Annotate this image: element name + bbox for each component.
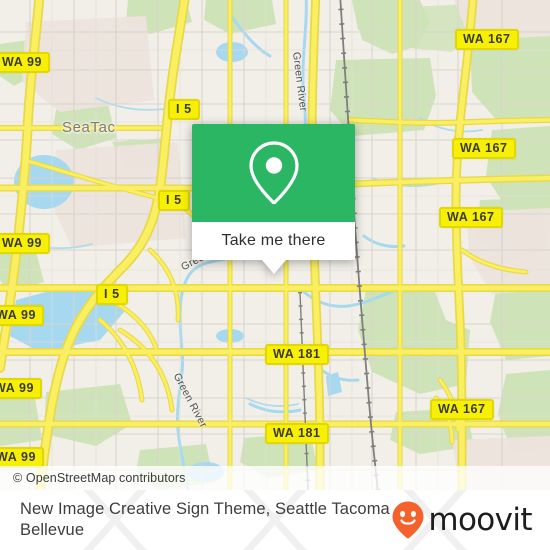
shield-wa-181-upper: WA 181 xyxy=(265,344,329,365)
shield-wa-167-lower: WA 167 xyxy=(430,399,494,420)
shield-wa-99-lower: WA 99 xyxy=(0,378,43,399)
shield-i5-mid: I 5 xyxy=(158,190,190,211)
osm-attribution-text[interactable]: © OpenStreetMap contributors xyxy=(0,471,186,485)
shield-i5-lower: I 5 xyxy=(96,284,128,305)
moovit-wordmark: moovit xyxy=(428,501,532,538)
location-title: New Image Creative Sign Theme, Seattle T… xyxy=(20,500,390,539)
popup-pointer xyxy=(261,260,286,274)
shield-wa-167-upper: WA 167 xyxy=(452,138,516,159)
take-me-there-button[interactable]: Take me there xyxy=(192,222,355,260)
shield-i5-upper: I 5 xyxy=(168,99,200,120)
shield-wa-181-lower: WA 181 xyxy=(265,423,329,444)
shield-wa-99-upper: WA 99 xyxy=(0,233,51,254)
shield-wa-99-bottom: WA 99 xyxy=(0,447,45,468)
moovit-smiley-pin-icon xyxy=(392,501,424,539)
map-pin-icon xyxy=(248,141,299,205)
seatac-label: SeaTac xyxy=(62,119,116,136)
shield-wa-167-mid: WA 167 xyxy=(439,207,503,228)
shield-wa-99-top: WA 99 xyxy=(0,52,51,73)
map-page: SeaTac Green RiverGreen RiverGreen River… xyxy=(0,0,550,550)
map-attribution-bar: © OpenStreetMap contributors xyxy=(0,466,550,490)
shield-wa-99-mid: WA 99 xyxy=(0,305,45,326)
footer-bar: New Image Creative Sign Theme, Seattle T… xyxy=(0,490,550,550)
popup-header xyxy=(192,124,355,222)
take-me-there-label: Take me there xyxy=(221,232,326,249)
moovit-brand[interactable]: moovit xyxy=(391,500,533,540)
location-popup-card[interactable]: Take me there xyxy=(192,124,355,274)
map-canvas[interactable]: SeaTac Green RiverGreen RiverGreen River… xyxy=(0,0,550,490)
shield-wa-167-top: WA 167 xyxy=(455,29,519,50)
